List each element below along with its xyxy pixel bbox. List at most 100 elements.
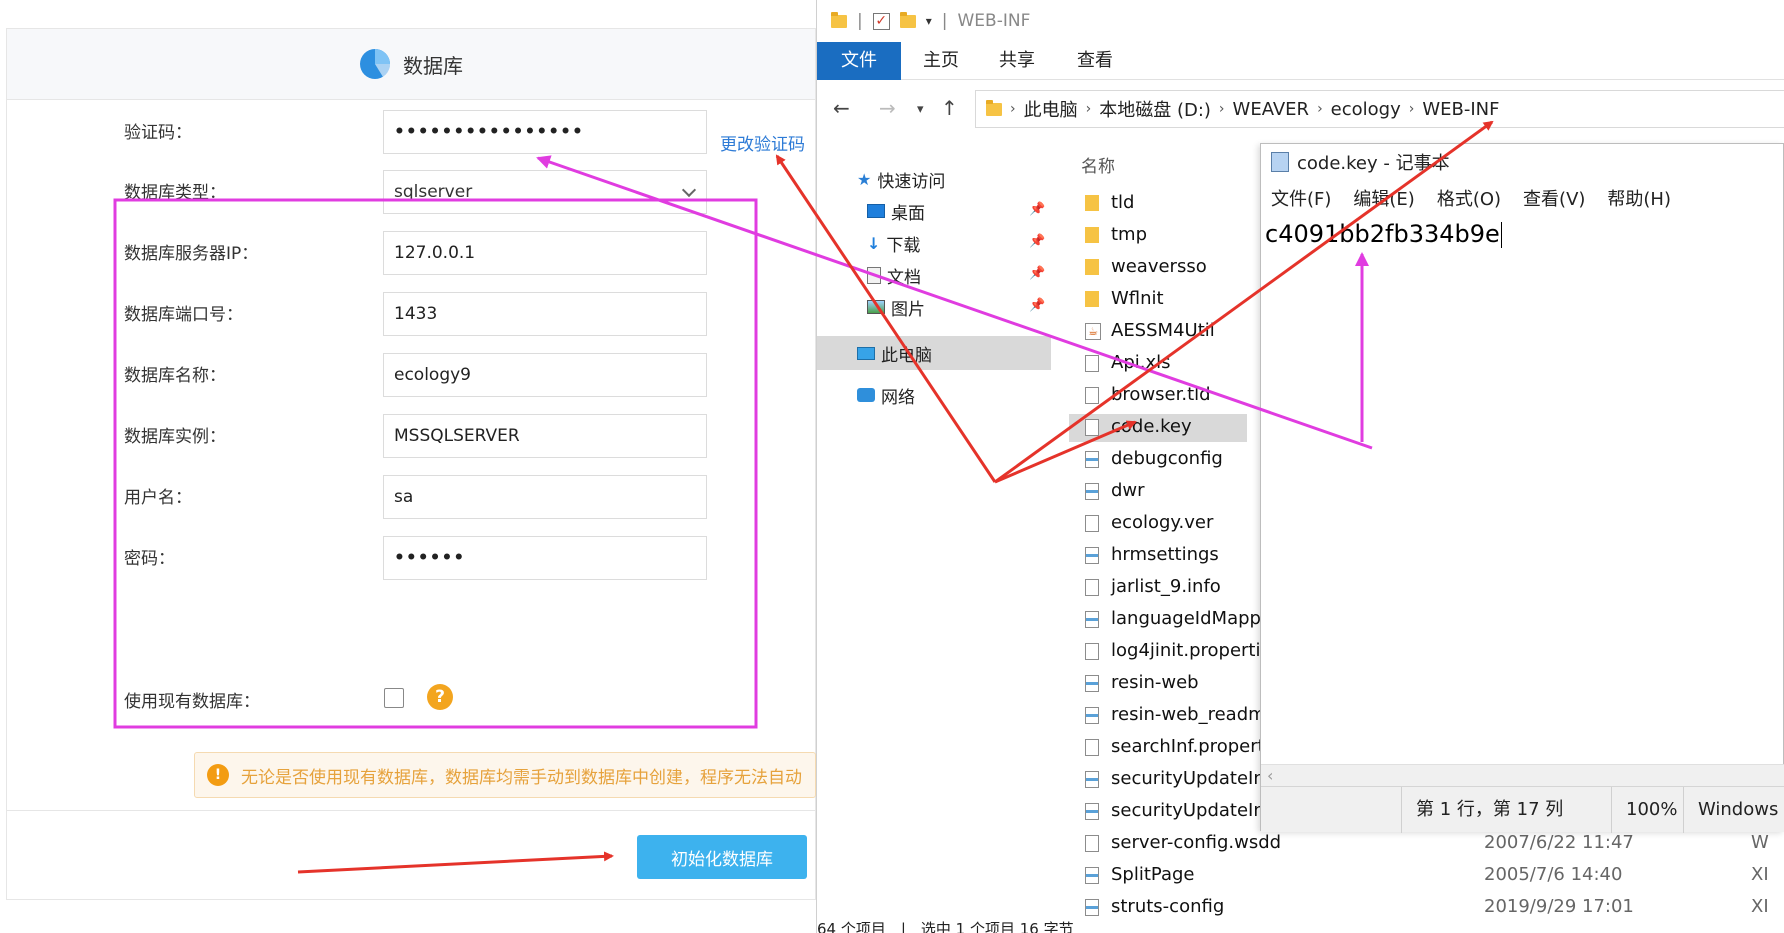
notepad-text-area[interactable]: c4091bb2fb334b9e — [1265, 220, 1502, 248]
help-icon[interactable]: ? — [427, 684, 453, 710]
database-pie-icon — [360, 49, 391, 79]
breadcrumb-separator-icon: › — [1218, 101, 1225, 117]
pin-icon[interactable]: 📌 — [1029, 266, 1045, 281]
xml-file-icon — [1085, 547, 1099, 564]
menu-file[interactable]: 文件(F) — [1271, 185, 1331, 211]
menu-view[interactable]: 查看(V) — [1523, 185, 1585, 211]
recent-chevron-icon[interactable]: ▾ — [917, 102, 924, 117]
file-name: resin-web_readm — [1111, 704, 1266, 725]
breadcrumb-separator-icon: › — [1085, 101, 1092, 117]
change-captcha-link[interactable]: 更改验证码 — [720, 130, 805, 155]
file-row[interactable]: SplitPage 2005/7/6 14:40 XI — [1069, 862, 1784, 890]
field-label-captcha: 验证码： — [124, 123, 192, 143]
file-file-icon — [1085, 579, 1099, 596]
file-name: resin-web — [1111, 672, 1199, 693]
forward-arrow-icon[interactable]: → — [879, 96, 896, 120]
scroll-left-icon[interactable]: ‹ — [1267, 766, 1273, 785]
file-row[interactable]: code.key — [1069, 414, 1247, 442]
db-ip-input[interactable]: 127.0.0.1 — [383, 231, 707, 275]
tab-view[interactable]: 查看 — [1077, 42, 1113, 80]
pin-icon[interactable]: 📌 — [1029, 298, 1045, 313]
file-name: debugconfig — [1111, 448, 1223, 469]
column-header-name[interactable]: 名称 — [1081, 152, 1115, 177]
nav-quick-access[interactable]: ★ 快速访问 — [857, 164, 945, 194]
navigation-pane: ★ 快速访问 桌面 📌 ↓ 下载 📌 文档 📌 图片 📌 此电脑 网络 — [817, 140, 1051, 920]
folder-icon — [986, 99, 1002, 116]
notepad-status-bar: 第 1 行，第 17 列 100% Windows ( — [1261, 786, 1784, 833]
up-arrow-icon[interactable]: ↑ — [941, 96, 958, 120]
panel-header: 数据库 — [6, 28, 816, 100]
warning-icon: ! — [207, 764, 229, 786]
xml-file-icon — [1085, 771, 1099, 788]
nav-pictures[interactable]: 图片 — [867, 292, 925, 322]
captcha-input[interactable]: •••••••••••••••• — [383, 110, 707, 154]
password-input[interactable]: •••••• — [383, 536, 707, 580]
file-file-icon — [1085, 355, 1099, 372]
nav-downloads[interactable]: ↓ 下载 — [867, 228, 920, 258]
db-instance-input[interactable]: MSSQLSERVER — [383, 414, 707, 458]
db-setup-panel: 数据库 验证码： •••••••••••••••• 更改验证码 数据库类型： s… — [0, 0, 816, 933]
file-name: searchInf.propert — [1111, 736, 1265, 757]
file-file-icon — [1085, 419, 1099, 436]
nav-this-pc[interactable]: 此电脑 — [817, 336, 1051, 370]
network-icon — [857, 388, 875, 402]
address-bar[interactable]: › 此电脑 › 本地磁盘 (D:) › WEAVER › ecology › W… — [975, 90, 1784, 128]
file-name: weaversso — [1111, 256, 1207, 277]
field-label-db-instance: 数据库实例： — [124, 427, 226, 447]
db-type-value: sqlserver — [394, 182, 473, 202]
nav-network[interactable]: 网络 — [857, 380, 915, 410]
db-name-input[interactable]: ecology9 — [383, 353, 707, 397]
menu-format[interactable]: 格式(O) — [1437, 185, 1501, 211]
file-name: languageIdMapp — [1111, 608, 1261, 629]
file-file-icon — [1085, 643, 1099, 660]
file-name: securityUpdateIn — [1111, 800, 1265, 821]
db-type-select[interactable]: sqlserver — [383, 170, 707, 214]
file-file-icon — [1085, 835, 1099, 852]
nav-label: 网络 — [881, 387, 915, 408]
breadcrumb-item[interactable]: WEB-INF — [1422, 99, 1499, 120]
file-name: dwr — [1111, 480, 1145, 501]
page-title: 数据库 — [403, 53, 463, 78]
text-caret — [1500, 222, 1502, 248]
picture-icon — [867, 300, 885, 314]
quick-access-toolbar: | ✓ ▾ | WEB-INF — [817, 0, 1784, 42]
xml-file-icon — [1085, 867, 1099, 884]
encoding: Windows ( — [1683, 787, 1784, 833]
toolbar-divider: | — [857, 11, 863, 31]
new-folder-icon[interactable] — [899, 11, 916, 28]
nav-label: 快速访问 — [877, 171, 946, 192]
breadcrumb-separator-icon: › — [1408, 101, 1415, 117]
init-database-button[interactable]: 初始化数据库 — [637, 835, 807, 879]
breadcrumb-separator-icon: › — [1317, 101, 1323, 117]
tab-share[interactable]: 共享 — [999, 42, 1035, 80]
file-type: XI — [1751, 864, 1769, 885]
horizontal-scrollbar[interactable]: ‹ — [1261, 764, 1784, 786]
breadcrumb-item[interactable]: WEAVER — [1233, 99, 1310, 120]
username-input[interactable]: sa — [383, 475, 707, 519]
breadcrumb-item[interactable]: 此电脑 — [1024, 96, 1078, 122]
tab-home[interactable]: 主页 — [923, 42, 959, 80]
tab-file[interactable]: 文件 — [817, 42, 901, 80]
menu-help[interactable]: 帮助(H) — [1607, 185, 1671, 211]
menu-edit[interactable]: 编辑(E) — [1353, 185, 1414, 211]
file-row[interactable]: server-config.wsdd 2007/6/22 11:47 W — [1069, 830, 1784, 858]
xml-file-icon — [1085, 451, 1099, 468]
breadcrumb-separator-icon: › — [1010, 101, 1016, 117]
breadcrumb-item[interactable]: 本地磁盘 (D:) — [1099, 96, 1211, 122]
use-existing-db-checkbox[interactable] — [384, 688, 404, 708]
folder-file-icon — [1085, 259, 1099, 275]
properties-check-icon[interactable]: ✓ — [872, 12, 890, 30]
nav-documents[interactable]: 文档 — [867, 260, 921, 290]
customize-toolbar-chevron-icon[interactable]: ▾ — [926, 14, 932, 28]
file-name: ecology.ver — [1111, 512, 1214, 533]
pin-icon[interactable]: 📌 — [1029, 234, 1045, 249]
file-name: securityUpdateIn — [1111, 768, 1265, 789]
ribbon-tabs: 文件 主页 共享 查看 — [817, 42, 1784, 80]
back-arrow-icon[interactable]: ← — [833, 96, 850, 120]
nav-desktop[interactable]: 桌面 — [867, 196, 925, 226]
field-label-password: 密码： — [124, 549, 175, 569]
pin-icon[interactable]: 📌 — [1029, 202, 1045, 217]
db-port-input[interactable]: 1433 — [383, 292, 707, 336]
file-name: tld — [1111, 192, 1135, 213]
breadcrumb-item[interactable]: ecology — [1331, 99, 1401, 120]
